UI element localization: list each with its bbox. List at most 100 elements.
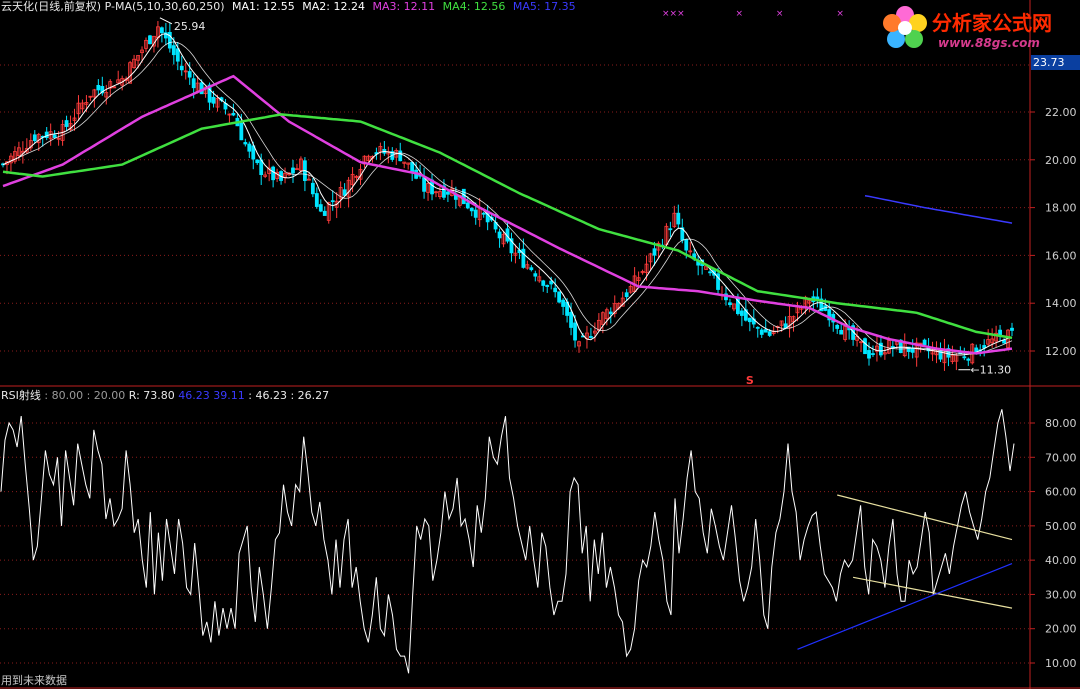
current-price-tag: 23.73	[1031, 55, 1080, 70]
candle-body	[255, 159, 260, 164]
marker-group: ××× × × ×	[662, 7, 844, 21]
logo-url: www.88gs.com	[938, 36, 1040, 50]
candle-body	[763, 329, 768, 333]
candle-body	[589, 336, 593, 338]
candle-body	[553, 287, 558, 293]
candle-body	[767, 331, 772, 336]
candle-body	[835, 324, 840, 329]
high-marker-arrow	[159, 17, 173, 25]
rsi-trendline-support	[797, 563, 1013, 650]
rsi-name: RSI射线	[1, 389, 41, 402]
rsi-header: RSI射线 : 80.00 : 20.00 R: 73.80 46.23 39.…	[1, 389, 329, 403]
candle-body	[422, 177, 426, 192]
candle-body	[708, 271, 712, 274]
candle-body	[867, 350, 871, 359]
candle-body	[175, 48, 180, 62]
candle-body	[239, 122, 244, 141]
candle-body	[159, 27, 164, 34]
candle-body	[676, 212, 681, 225]
candle-body	[243, 142, 248, 145]
candle-body	[549, 280, 554, 285]
candle-body	[863, 338, 867, 355]
candle-body	[755, 326, 760, 329]
candle-body	[481, 212, 486, 215]
candle-body	[668, 228, 673, 231]
candle-body	[473, 209, 478, 218]
marker: ×	[775, 9, 784, 19]
candle-body	[52, 134, 57, 139]
candle-body	[410, 161, 415, 173]
candle-body	[469, 207, 474, 212]
candle-body	[148, 35, 152, 45]
candle-body	[398, 150, 403, 162]
candle-body	[561, 299, 566, 307]
candle-body	[199, 82, 204, 95]
rsi-value-2: 39.11	[213, 389, 245, 402]
price-tick-label: 16.00	[1045, 249, 1077, 262]
candle-body	[291, 167, 295, 174]
candle-body	[465, 202, 470, 209]
chart-header: 云天化(日线,前复权) P-MA(5,10,30,60,250) MA1: 12…	[1, 0, 576, 14]
candle-body	[573, 322, 577, 341]
candle-body	[32, 134, 37, 142]
candle-body	[310, 182, 315, 195]
marker: ×	[735, 9, 744, 19]
candle-body	[314, 193, 319, 207]
candle-body	[871, 353, 875, 355]
candle-body	[684, 239, 689, 251]
candle-body	[569, 312, 573, 328]
logo-text: 分析家公式网	[932, 11, 1052, 35]
candle-body	[545, 284, 550, 287]
rsi-line	[0, 409, 1015, 674]
rsi-tick-label: 50.00	[1045, 520, 1077, 533]
rsi-tick-label: 60.00	[1045, 486, 1077, 499]
candle-body	[211, 96, 216, 104]
candle-body	[739, 310, 744, 316]
footer-note: 用到未来数据	[1, 674, 67, 687]
candle-body	[96, 85, 101, 91]
ma-legend-2: MA2: 12.24	[298, 0, 365, 13]
rsi-value-4: : 26.27	[290, 389, 330, 402]
marker: ×××	[662, 9, 685, 19]
candle-body	[271, 166, 276, 181]
rsi-tick-label: 40.00	[1045, 554, 1077, 567]
candle-body	[557, 291, 562, 303]
ma250-line	[864, 194, 1013, 224]
candle-body	[322, 210, 327, 216]
candle-body	[497, 231, 502, 239]
candle-body	[529, 267, 534, 271]
rsi-tick-label: 70.00	[1045, 451, 1077, 464]
rsi-params: : 80.00 : 20.00	[44, 389, 126, 402]
candle-body	[652, 248, 657, 256]
price-tick-label: 14.00	[1045, 297, 1077, 310]
price-tick-label: 22.00	[1045, 106, 1077, 119]
stock-chart[interactable]: 12.00 14.00 16.00 18.00 20.00 22.00 25.94 ←11.3…	[0, 0, 1080, 689]
candle-body	[64, 120, 69, 127]
low-price-label: ←11.30	[970, 364, 1011, 377]
candle-body	[330, 200, 335, 203]
candle-body	[759, 329, 764, 335]
candle-body	[608, 311, 613, 315]
candles	[1, 21, 1014, 371]
marker: ×	[836, 9, 844, 19]
candle-body	[247, 143, 252, 152]
candle-body	[728, 302, 732, 306]
candle-body	[922, 339, 927, 346]
ma30-line	[2, 74, 1013, 355]
ma-legend-3: MA3: 12.11	[368, 0, 436, 13]
rsi-trendline-upper	[837, 494, 1013, 541]
candle-body	[839, 329, 844, 335]
ma-legend-4: MA4: 12.56	[439, 0, 506, 13]
price-tick-label: 20.00	[1045, 154, 1077, 167]
candle-body	[171, 45, 176, 56]
candle-body	[747, 317, 752, 323]
candle-body	[966, 358, 971, 361]
sell-signal: S	[746, 374, 754, 387]
candle-body	[112, 86, 117, 89]
rsi-value-3: : 46.23	[248, 389, 287, 402]
site-logo: 分析家公式网 www.88gs.com	[880, 3, 1075, 55]
candle-body	[962, 356, 967, 359]
rsi-tick-label: 10.00	[1045, 657, 1077, 670]
rsi-tick-label: 20.00	[1045, 623, 1077, 636]
rsi-tick-label: 30.00	[1045, 588, 1077, 601]
